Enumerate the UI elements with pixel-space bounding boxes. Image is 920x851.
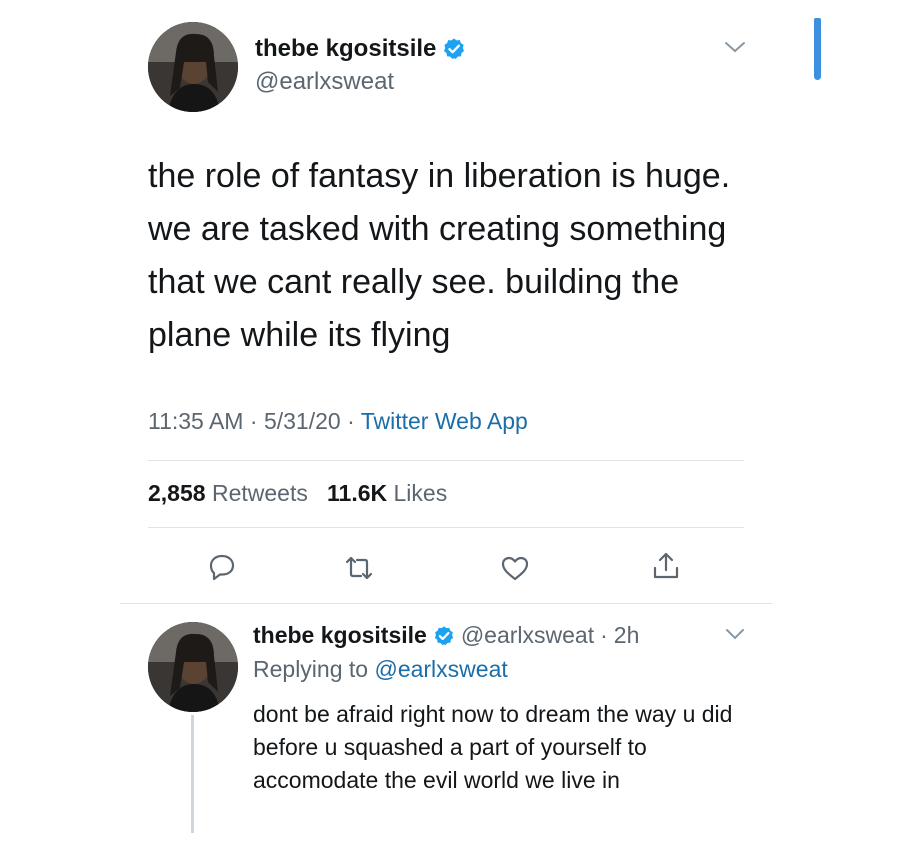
thread-line [191, 715, 194, 833]
handle[interactable]: @earlxsweat [255, 68, 394, 96]
avatar[interactable] [148, 622, 238, 712]
reply-icon[interactable] [207, 552, 237, 582]
likes-stat[interactable]: 11.6K Likes [327, 480, 447, 506]
tweet-time[interactable]: 11:35 AM [148, 408, 243, 434]
divider [120, 603, 772, 604]
reply-header: thebe kgositsile @earlxsweat · 2h [253, 622, 639, 649]
replying-label: Replying to [253, 656, 369, 682]
display-name[interactable]: thebe kgositsile [255, 35, 466, 63]
verified-badge-icon [442, 37, 466, 61]
divider [148, 460, 744, 461]
tweet-text: the role of fantasy in liberation is hug… [148, 157, 731, 354]
reply-age[interactable]: 2h [614, 622, 640, 649]
display-name-text[interactable]: thebe kgositsile [255, 35, 436, 63]
avatar-image [148, 622, 238, 712]
meta-separator: · [249, 408, 258, 434]
avatar[interactable] [148, 22, 238, 112]
tweet-source-link[interactable]: Twitter Web App [361, 408, 528, 434]
chevron-down-icon[interactable] [724, 40, 746, 54]
tweet-meta: 11:35 AM · 5/31/20 · Twitter Web App [148, 408, 528, 435]
share-icon[interactable] [651, 550, 681, 582]
divider [148, 527, 744, 528]
retweets-count: 2,858 [148, 480, 206, 506]
tweet-date[interactable]: 5/31/20 [264, 408, 341, 434]
verified-badge-icon [433, 625, 455, 647]
reply-handle[interactable]: @earlxsweat [461, 622, 594, 649]
reply-display-name[interactable]: thebe kgositsile [253, 622, 427, 649]
chevron-down-icon[interactable] [725, 628, 745, 640]
likes-count: 11.6K [327, 480, 388, 506]
engagement-stats: 2,858 Retweets 11.6K Likes [148, 480, 447, 507]
mention-link[interactable]: @earlxsweat [374, 656, 507, 682]
retweets-label: Retweets [211, 480, 308, 506]
retweet-icon[interactable] [343, 554, 375, 582]
meta-separator: · [600, 622, 608, 648]
meta-separator: · [347, 408, 355, 434]
scrollbar[interactable] [814, 18, 821, 80]
reply-text: dont be afraid right now to dream the wa… [253, 701, 733, 793]
replying-to: Replying to @earlxsweat [253, 656, 508, 683]
likes-label: Likes [393, 480, 448, 506]
retweets-stat[interactable]: 2,858 Retweets [148, 480, 308, 506]
avatar-image [148, 22, 238, 112]
like-icon[interactable] [500, 554, 530, 582]
